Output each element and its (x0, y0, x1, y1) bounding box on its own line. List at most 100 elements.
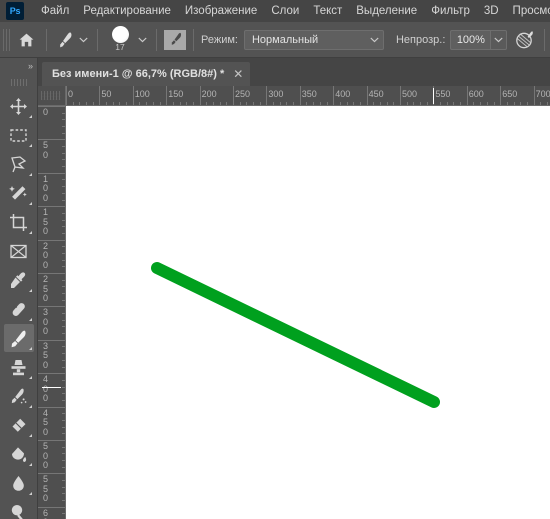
move-tool[interactable] (4, 92, 34, 120)
ruler-label: 350 (301, 89, 317, 99)
ruler-label: 50 (43, 140, 49, 160)
tool-submenu-indicator (28, 347, 32, 350)
ruler-label: 300 (43, 307, 49, 337)
home-icon (19, 33, 33, 46)
menu-filter[interactable]: Фильтр (424, 0, 477, 22)
brush-settings-icon (165, 30, 185, 49)
ruler-label: 400 (335, 89, 351, 99)
brush-size-label: 17 (115, 41, 125, 52)
green-brush-stroke (151, 262, 440, 408)
brush-icon (11, 330, 26, 347)
ruler-label: 700 (535, 89, 550, 99)
opacity-input[interactable]: 100% (450, 29, 491, 50)
brush-preset-dropdown[interactable] (135, 37, 149, 43)
opacity-control[interactable]: 100% (450, 29, 508, 50)
airbrush-icon (516, 31, 534, 49)
photoshop-window: Ps Файл Редактирование Изображение Слои … (0, 0, 550, 519)
options-separator-5 (544, 28, 546, 51)
tool-submenu-indicator (28, 376, 32, 379)
ruler-label: 250 (43, 274, 49, 303)
gradient-tool[interactable] (4, 440, 34, 468)
document-tab-bar: Без имени-1 @ 66,7% (RGB/8#) * ✕ (38, 58, 550, 86)
ruler-label: 400 (43, 374, 49, 404)
chevron-down-icon (370, 37, 379, 42)
options-separator-1 (46, 28, 47, 51)
ruler-label: 100 (43, 173, 49, 203)
blur-tool[interactable] (4, 469, 34, 497)
dodge-icon (11, 504, 24, 519)
menu-3d[interactable]: 3D (477, 0, 506, 22)
ruler-corner-grip (41, 91, 61, 100)
blend-mode-select[interactable]: Нормальный (243, 29, 384, 50)
tool-submenu-indicator (28, 405, 32, 408)
menu-image[interactable]: Изображение (178, 0, 264, 22)
ruler-label: 600 (468, 89, 484, 99)
menu-layers[interactable]: Слои (264, 0, 306, 22)
photoshop-logo: Ps (6, 2, 24, 20)
lasso-icon (11, 155, 27, 172)
brush-preset-icon (111, 25, 129, 43)
chevron-down-icon (494, 37, 504, 42)
lasso-tool[interactable] (4, 150, 34, 178)
options-separator-2 (97, 28, 98, 51)
menu-bar: Ps Файл Редактирование Изображение Слои … (0, 0, 550, 22)
tool-submenu-indicator (28, 231, 32, 234)
brush-settings-toggle[interactable] (164, 29, 186, 50)
document-tab[interactable]: Без имени-1 @ 66,7% (RGB/8#) * ✕ (42, 62, 251, 86)
menu-file[interactable]: Файл (34, 0, 76, 22)
vertical-cursor-marker (42, 386, 61, 388)
frame-tool[interactable] (4, 237, 34, 265)
marquee-tool[interactable] (4, 121, 34, 149)
ruler-label: 200 (201, 89, 217, 99)
ruler-label: 0 (43, 107, 49, 117)
tool-submenu-indicator (28, 289, 32, 292)
brush-preset-picker[interactable]: 17 (105, 25, 135, 55)
ruler-label: 250 (235, 89, 251, 99)
chevron-down-icon (137, 37, 147, 42)
horizontal-ruler[interactable]: 0 50 100 150 200 250 300 350 400 450 500 550 600 650 7… (66, 86, 550, 106)
ruler-label: 350 (43, 340, 49, 370)
options-bar-grip[interactable] (3, 28, 10, 51)
history-brush-tool[interactable] (4, 382, 34, 410)
document-area: 0 50 100 150 200 250 300 350 400 450 500 550 600 650 7… (38, 86, 550, 519)
clone-stamp-tool[interactable] (4, 353, 34, 381)
magic-wand-tool[interactable] (4, 179, 34, 207)
menu-view[interactable]: Просмотр (506, 0, 550, 22)
brush-tool[interactable] (3, 324, 34, 352)
crop-tool[interactable] (4, 208, 34, 236)
brush-tip-icon (59, 31, 71, 47)
brush-tip-button[interactable] (54, 28, 76, 52)
ruler-label: 100 (134, 89, 150, 99)
airbrush-button[interactable] (513, 28, 537, 52)
gradient-icon (12, 446, 27, 462)
menu-edit[interactable]: Редактирование (76, 0, 178, 22)
tools-panel-grip[interactable] (9, 76, 28, 88)
eyedropper-tool[interactable] (4, 266, 34, 294)
menu-text[interactable]: Текст (306, 0, 349, 22)
vertical-ruler[interactable]: 0 50 100 150 200 250 300 350 400 450 500 550 600 (38, 106, 66, 519)
ruler-label: 300 (268, 89, 284, 99)
ruler-label: 550 (43, 474, 49, 504)
tools-collapse-button[interactable]: » (0, 58, 37, 74)
ruler-label: 450 (43, 407, 49, 437)
tool-submenu-indicator (28, 492, 32, 495)
tool-submenu-indicator (28, 173, 32, 176)
options-separator-3 (156, 28, 157, 51)
magic-wand-icon (9, 185, 27, 200)
ruler-label: 450 (368, 89, 384, 99)
close-icon[interactable]: ✕ (233, 68, 243, 80)
opacity-dropdown[interactable] (490, 29, 508, 50)
ruler-label: 500 (402, 89, 418, 99)
dodge-tool[interactable] (4, 498, 34, 519)
healing-brush-tool[interactable] (4, 295, 34, 323)
home-button[interactable] (13, 27, 39, 53)
brush-tip-dropdown[interactable] (76, 37, 90, 43)
ruler-corner[interactable] (38, 86, 66, 106)
options-bar: 17 Режим: Нормальный Непрозр.: 100% (0, 22, 550, 58)
mode-label: Режим: (201, 33, 238, 46)
ruler-label: 600 (43, 507, 49, 519)
menu-select[interactable]: Выделение (349, 0, 424, 22)
canvas[interactable] (66, 106, 550, 519)
frame-icon (10, 244, 27, 258)
eraser-tool[interactable] (4, 411, 34, 439)
